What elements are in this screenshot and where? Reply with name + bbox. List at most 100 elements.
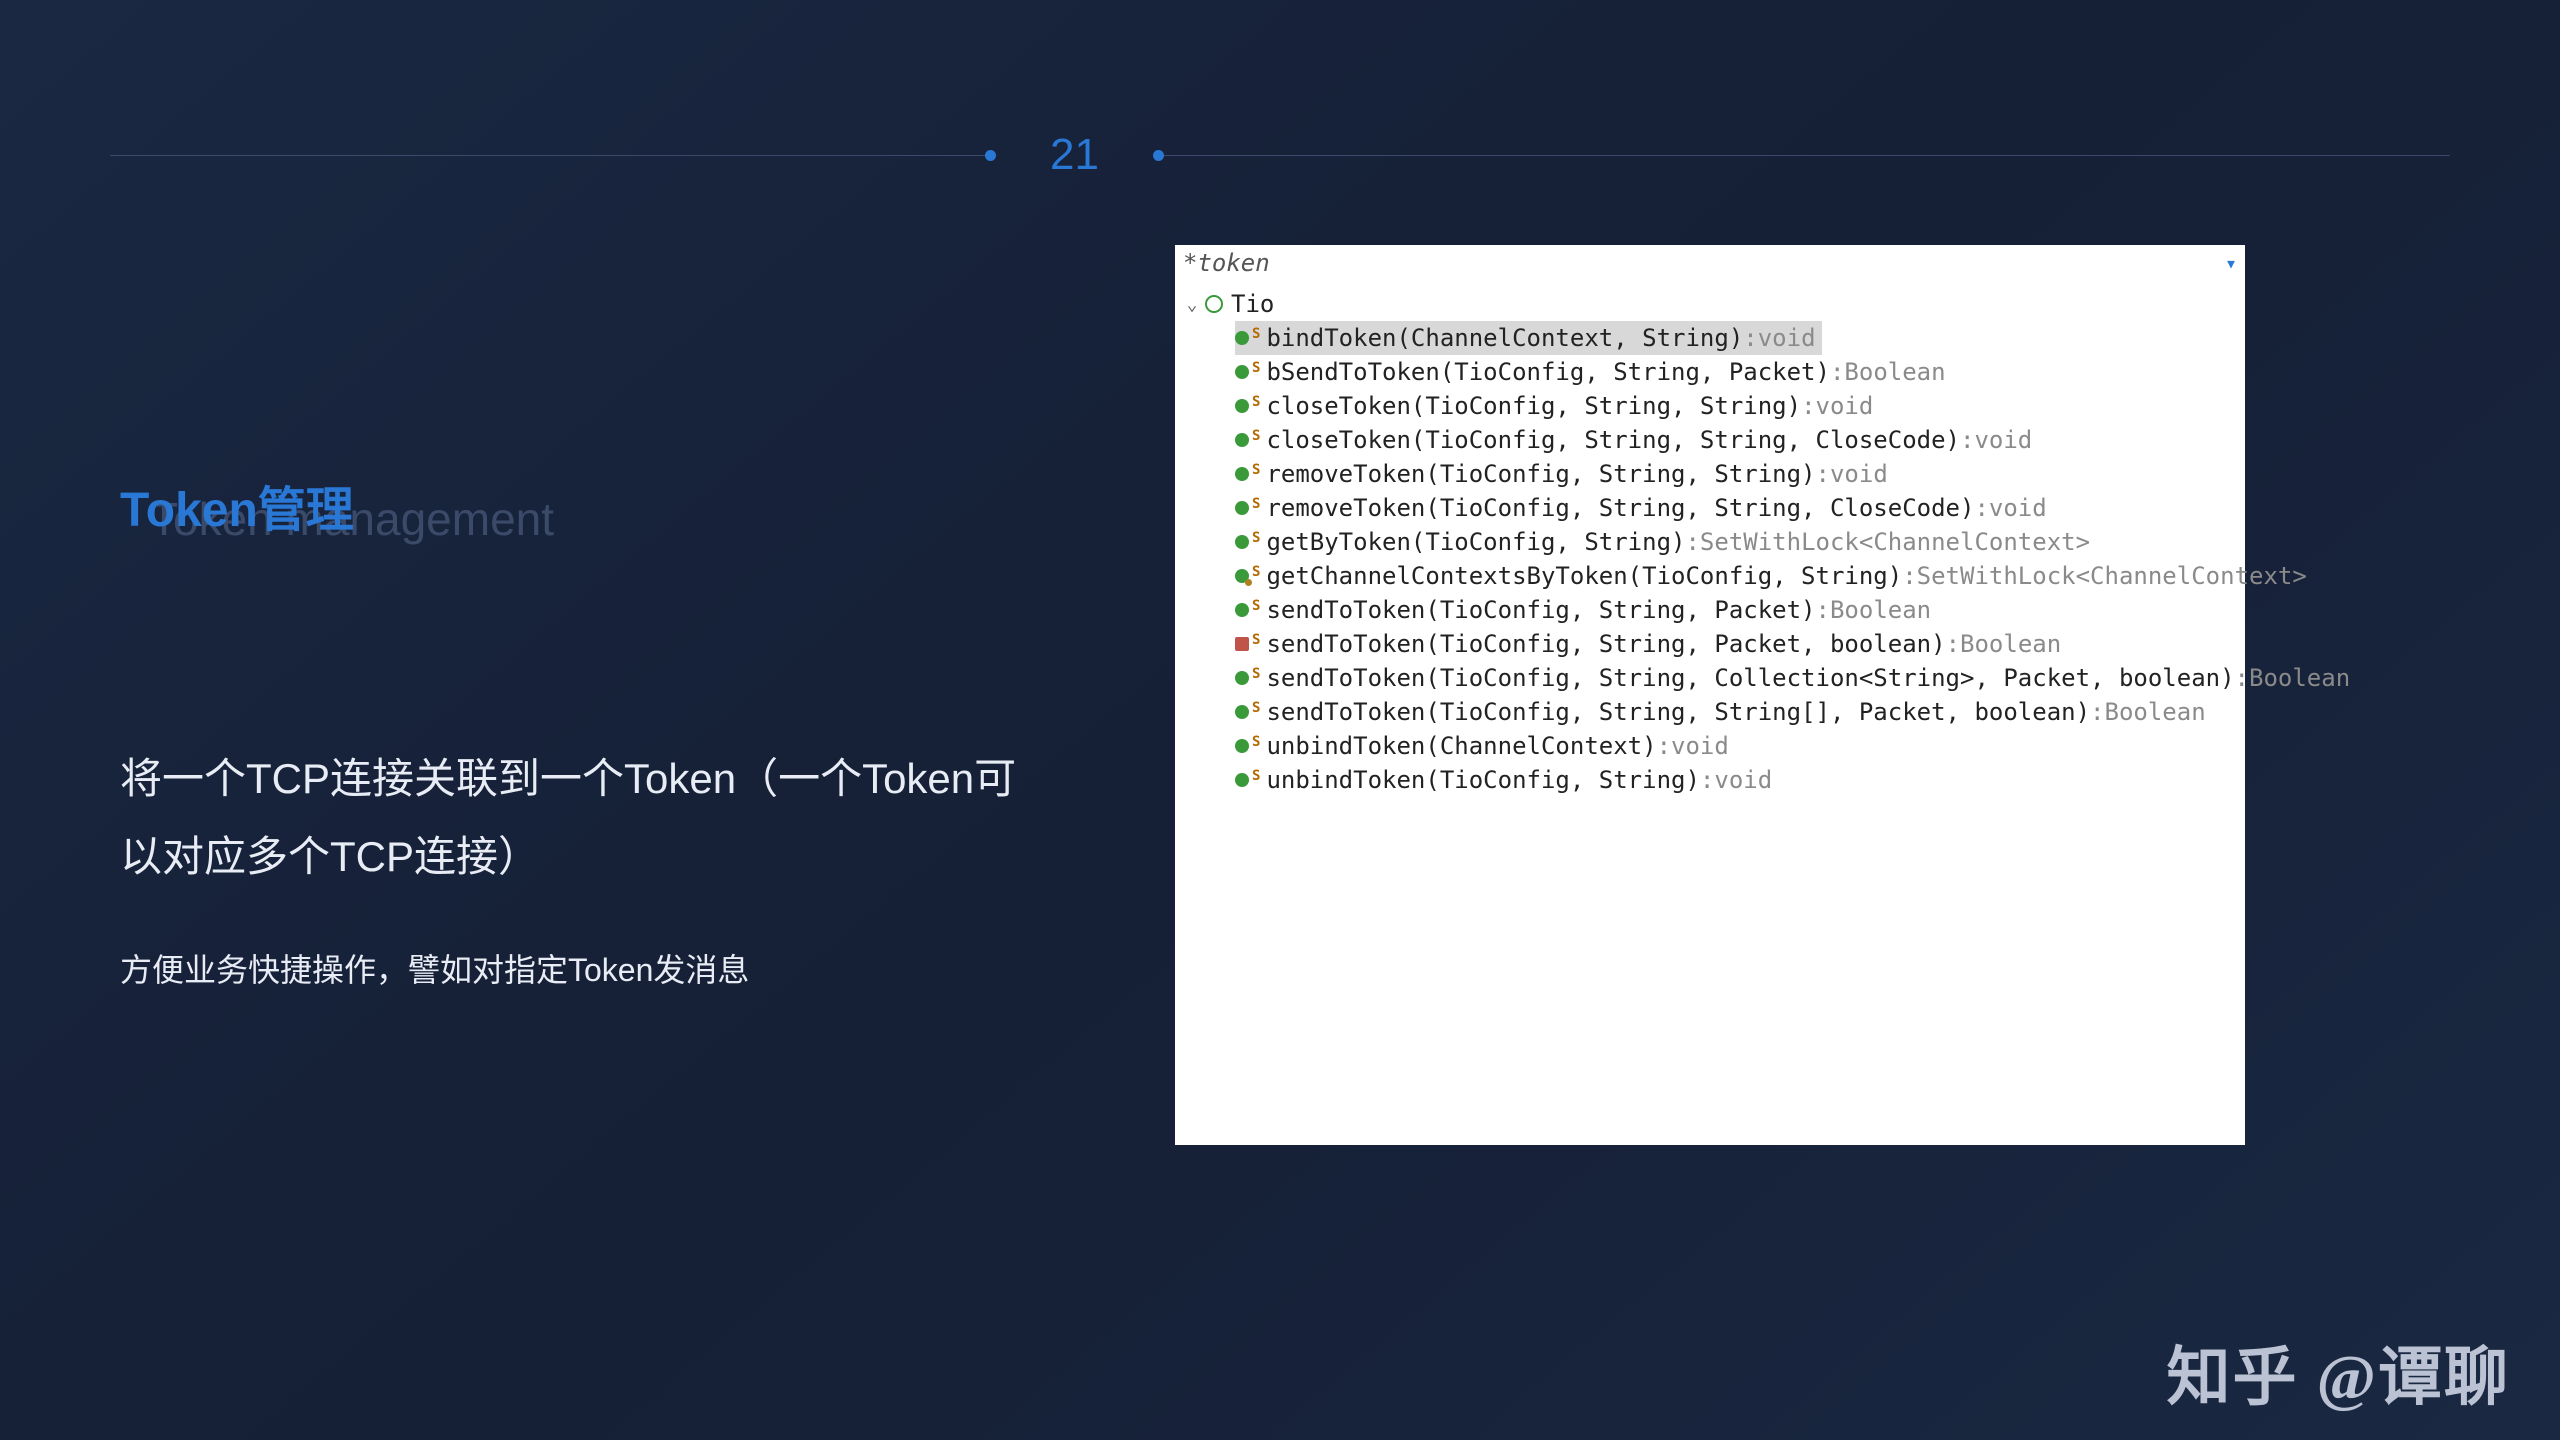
collapse-icon[interactable]: ⌄ bbox=[1183, 294, 1201, 315]
title-block: Token management Token管理 bbox=[120, 470, 1020, 550]
method-signature: unbindToken(ChannelContext) bbox=[1266, 732, 1656, 760]
method-item[interactable]: SsendToToken(TioConfig, String, Packet, … bbox=[1235, 627, 2245, 661]
filter-row[interactable]: *token ▾ bbox=[1175, 245, 2245, 281]
method-item[interactable]: SgetByToken(TioConfig, String) : SetWith… bbox=[1235, 525, 2245, 559]
static-marker-icon: S bbox=[1252, 768, 1260, 784]
filter-text: *token bbox=[1183, 249, 1270, 277]
public-method-icon bbox=[1235, 739, 1249, 753]
method-item[interactable]: ScloseToken(TioConfig, String, String) :… bbox=[1235, 389, 2245, 423]
return-separator: : bbox=[1743, 324, 1757, 352]
method-item[interactable]: SbindToken(ChannelContext, String) : voi… bbox=[1235, 321, 1822, 355]
return-type: Boolean bbox=[2105, 698, 2206, 726]
return-separator: : bbox=[1685, 528, 1699, 556]
method-item[interactable]: SsendToToken(TioConfig, String, Collecti… bbox=[1235, 661, 2245, 695]
static-marker-icon: S bbox=[1252, 666, 1260, 682]
static-marker-icon: S bbox=[1252, 394, 1260, 410]
method-item[interactable]: SsendToToken(TioConfig, String, String[]… bbox=[1235, 695, 2245, 729]
slide-page: 21 Token management Token管理 将一个TCP连接关联到一… bbox=[0, 0, 2560, 1440]
method-signature: getChannelContextsByToken(TioConfig, Str… bbox=[1266, 562, 1902, 590]
public-method-icon bbox=[1235, 705, 1249, 719]
public-method-icon bbox=[1235, 501, 1249, 515]
method-signature: bindToken(ChannelContext, String) bbox=[1266, 324, 1743, 352]
method-item[interactable]: SunbindToken(ChannelContext) : void bbox=[1235, 729, 2245, 763]
method-item[interactable]: ScloseToken(TioConfig, String, String, C… bbox=[1235, 423, 2245, 457]
return-type: SetWithLock<ChannelContext> bbox=[1700, 528, 2090, 556]
return-type: void bbox=[1830, 460, 1888, 488]
return-type: void bbox=[1974, 426, 2032, 454]
static-marker-icon: S bbox=[1252, 632, 1260, 648]
top-divider: 21 bbox=[0, 145, 2560, 165]
method-signature: unbindToken(TioConfig, String) bbox=[1266, 766, 1699, 794]
class-node[interactable]: ⌄ Tio bbox=[1183, 287, 2245, 321]
public-method-icon bbox=[1235, 467, 1249, 481]
return-separator: : bbox=[1816, 460, 1830, 488]
method-item[interactable]: SremoveToken(TioConfig, String, String, … bbox=[1235, 491, 2245, 525]
static-marker-icon: S bbox=[1252, 326, 1260, 342]
return-separator: : bbox=[1902, 562, 1916, 590]
deprecated-method-icon bbox=[1235, 637, 1249, 651]
public-method-icon bbox=[1235, 569, 1249, 583]
public-method-icon bbox=[1235, 535, 1249, 549]
title-chinese: Token管理 bbox=[120, 470, 354, 540]
public-method-icon bbox=[1235, 603, 1249, 617]
method-signature: sendToToken(TioConfig, String, Packet) bbox=[1266, 596, 1815, 624]
static-marker-icon: S bbox=[1252, 496, 1260, 512]
static-marker-icon: S bbox=[1252, 360, 1260, 376]
dropdown-arrow-icon[interactable]: ▾ bbox=[2225, 251, 2237, 275]
method-item[interactable]: SunbindToken(TioConfig, String) : void bbox=[1235, 763, 2245, 797]
return-type: SetWithLock<ChannelContext> bbox=[1917, 562, 2307, 590]
description-sub: 方便业务快捷操作，譬如对指定Token发消息 bbox=[120, 945, 1020, 996]
watermark: 知乎 @谭聊 bbox=[2166, 1326, 2510, 1418]
method-signature: closeToken(TioConfig, String, String) bbox=[1266, 392, 1801, 420]
return-type: void bbox=[1671, 732, 1729, 760]
public-method-icon bbox=[1235, 399, 1249, 413]
public-method-icon bbox=[1235, 365, 1249, 379]
return-separator: : bbox=[1974, 494, 1988, 522]
return-type: Boolean bbox=[1844, 358, 1945, 386]
return-type: void bbox=[1816, 392, 1874, 420]
public-method-icon bbox=[1235, 331, 1249, 345]
return-separator: : bbox=[1816, 596, 1830, 624]
method-signature: getByToken(TioConfig, String) bbox=[1266, 528, 1685, 556]
static-marker-icon: S bbox=[1252, 462, 1260, 478]
return-separator: : bbox=[1801, 392, 1815, 420]
return-type: Boolean bbox=[1830, 596, 1931, 624]
method-signature: sendToToken(TioConfig, String, Packet, b… bbox=[1266, 630, 1945, 658]
static-marker-icon: S bbox=[1252, 530, 1260, 546]
static-marker-icon: S bbox=[1252, 734, 1260, 750]
return-type: void bbox=[1714, 766, 1772, 794]
method-signature: sendToToken(TioConfig, String, String[],… bbox=[1266, 698, 2090, 726]
return-separator: : bbox=[1657, 732, 1671, 760]
method-item[interactable]: SgetChannelContextsByToken(TioConfig, St… bbox=[1235, 559, 2245, 593]
method-signature: removeToken(TioConfig, String, String) bbox=[1266, 460, 1815, 488]
method-list: SbindToken(ChannelContext, String) : voi… bbox=[1235, 321, 2245, 797]
class-icon bbox=[1205, 295, 1223, 313]
return-type: void bbox=[1758, 324, 1816, 352]
return-separator: : bbox=[1830, 358, 1844, 386]
slide-number: 21 bbox=[1050, 130, 1099, 180]
return-type: void bbox=[1989, 494, 2047, 522]
method-item[interactable]: SbSendToToken(TioConfig, String, Packet)… bbox=[1235, 355, 2245, 389]
static-marker-icon: S bbox=[1252, 564, 1260, 580]
static-marker-icon: S bbox=[1252, 428, 1260, 444]
public-method-icon bbox=[1235, 433, 1249, 447]
return-separator: : bbox=[1960, 426, 1974, 454]
divider-line-left bbox=[110, 155, 990, 156]
method-signature: bSendToToken(TioConfig, String, Packet) bbox=[1266, 358, 1830, 386]
method-signature: removeToken(TioConfig, String, String, C… bbox=[1266, 494, 1974, 522]
ide-content-assist-panel: *token ▾ ⌄ Tio SbindToken(ChannelContext… bbox=[1175, 245, 2245, 1145]
public-method-icon bbox=[1235, 773, 1249, 787]
return-separator: : bbox=[2235, 664, 2249, 692]
static-marker-icon: S bbox=[1252, 598, 1260, 614]
divider-line-right bbox=[1159, 155, 2450, 156]
method-signature: sendToToken(TioConfig, String, Collectio… bbox=[1266, 664, 2234, 692]
return-type: Boolean bbox=[1960, 630, 2061, 658]
return-type: Boolean bbox=[2249, 664, 2350, 692]
static-marker-icon: S bbox=[1252, 700, 1260, 716]
method-item[interactable]: SremoveToken(TioConfig, String, String) … bbox=[1235, 457, 2245, 491]
public-method-icon bbox=[1235, 671, 1249, 685]
method-item[interactable]: SsendToToken(TioConfig, String, Packet) … bbox=[1235, 593, 2245, 627]
outline-tree: ⌄ Tio SbindToken(ChannelContext, String)… bbox=[1175, 281, 2245, 797]
return-separator: : bbox=[2090, 698, 2104, 726]
class-name: Tio bbox=[1231, 290, 1274, 318]
